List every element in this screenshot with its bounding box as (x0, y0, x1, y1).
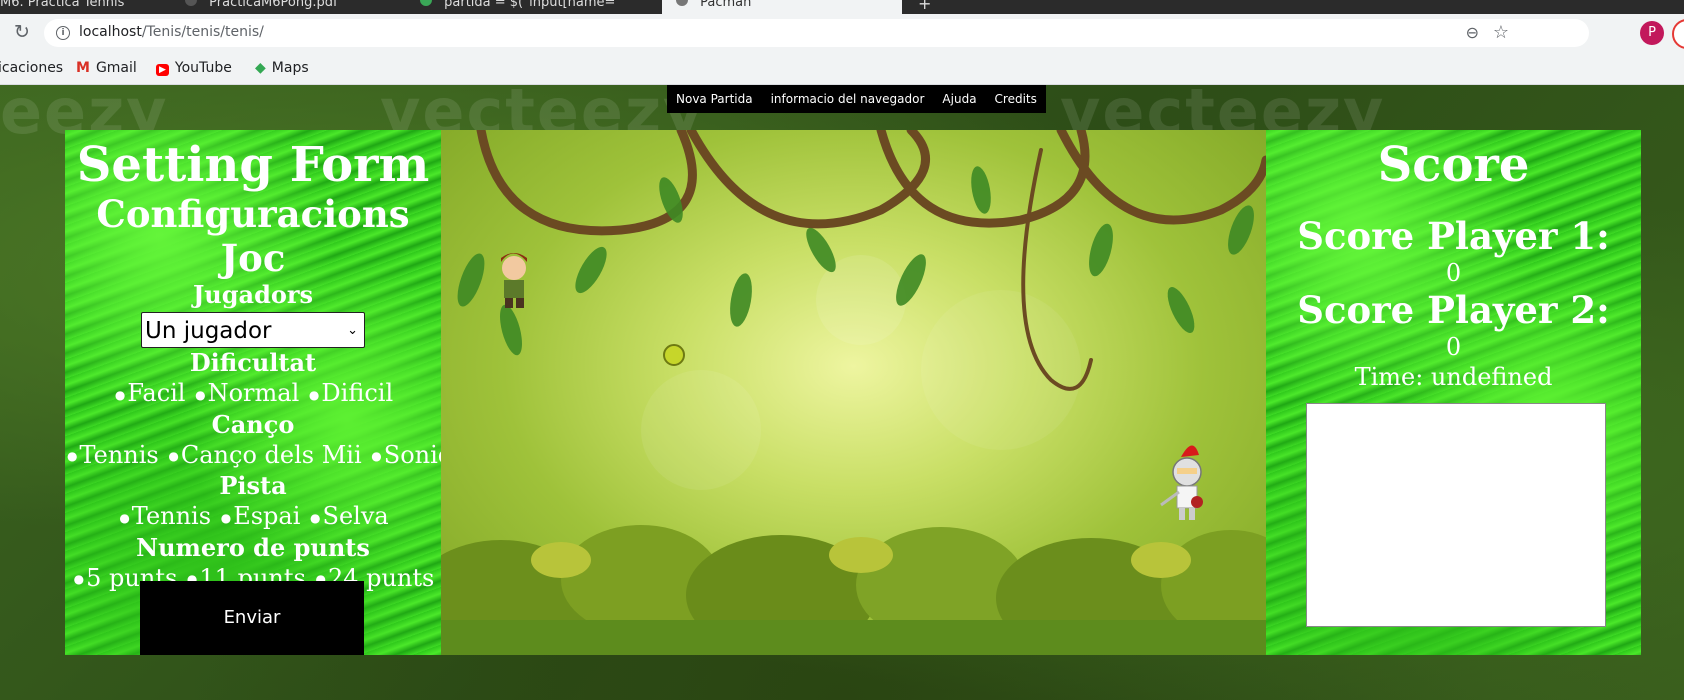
url-text[interactable]: localhost/Tenis/tenis/tenis/ (79, 24, 264, 40)
submit-button[interactable]: Enviar (140, 581, 364, 655)
menu-nova-partida[interactable]: Nova Partida (667, 85, 762, 113)
score-title: Score (1377, 137, 1530, 193)
song-options: ●Tennis ●Canço dels Mii ●Sonic (65, 440, 451, 472)
song-option[interactable]: Tennis (79, 441, 158, 469)
court-option[interactable]: Tennis (132, 502, 211, 530)
info-icon[interactable]: i (56, 26, 70, 40)
bokeh-light (921, 290, 1081, 450)
bookmark-label: icaciones (0, 60, 64, 76)
settings-subtitle: Configuracions Joc (96, 192, 410, 280)
bookmarks-bar: icaciones M Gmail ▶ YouTube ◆ Maps (0, 52, 1684, 85)
bookmark-item[interactable]: ◆ Maps (255, 60, 309, 76)
menu-informacio-navegador[interactable]: informacio del navegador (762, 85, 934, 113)
game-canvas[interactable] (441, 130, 1266, 655)
menu-credits[interactable]: Credits (986, 85, 1046, 113)
radio-icon[interactable]: ● (168, 449, 178, 463)
radio-icon[interactable]: ● (309, 388, 319, 402)
new-tab-icon[interactable]: + (918, 0, 931, 13)
radio-icon[interactable]: ● (371, 449, 381, 463)
reload-icon[interactable]: ↻ (14, 22, 34, 42)
bokeh-light (641, 370, 761, 490)
tab-title: PracticaM6Pong.pdf (209, 0, 338, 10)
settings-title: Setting Form (76, 137, 430, 193)
court-option[interactable]: Espai (233, 502, 300, 530)
song-option[interactable]: Canço dels Mii (181, 441, 362, 469)
difficulty-label: Dificultat (189, 348, 317, 377)
tab-title: M6. Pràctica Tennis (0, 0, 125, 10)
difficulty-options: ●Facil ●Normal ●Dificil (65, 378, 441, 410)
tennis-ball (663, 344, 685, 366)
radio-icon[interactable]: ● (74, 572, 84, 586)
points-label: Numero de punts (136, 532, 370, 562)
menu-ajuda[interactable]: Ajuda (933, 85, 985, 113)
court-options: ●Tennis ●Espai ●Selva (65, 501, 441, 533)
player1-score-value: 0 (1445, 259, 1462, 287)
players-label: Jugadors (192, 280, 314, 309)
bookmark-item[interactable]: M Gmail (76, 60, 137, 76)
browser-tab[interactable]: partida = $("input[name= ✕ (420, 0, 660, 14)
time-text: Time: undefined (1354, 363, 1553, 391)
maps-icon: ◆ (255, 60, 266, 76)
browser-tab[interactable]: PracticaM6Pong.pdf ✕ (185, 0, 400, 14)
page-background: eezy vecteezy vecteezy Nova Partida info… (0, 75, 1684, 700)
grass (441, 620, 1266, 655)
globe-icon (676, 0, 688, 6)
song-label: Canço (211, 409, 295, 439)
zoom-icon[interactable]: ⊖ (1466, 23, 1479, 42)
bookmark-star-icon[interactable]: ☆ (1493, 22, 1509, 43)
bookmark-label: Maps (271, 60, 309, 76)
score-panel: Score Score Player 1: 0 Score Player 2: … (1266, 130, 1641, 655)
players-selected-value: Un jugador (145, 318, 272, 344)
player1-sprite (501, 253, 527, 308)
url-path: /Tenis/tenis/tenis/ (141, 24, 264, 40)
difficulty-option[interactable]: Normal (208, 379, 300, 407)
profile-avatar[interactable]: P (1640, 21, 1664, 45)
difficulty-option[interactable]: Facil (127, 379, 185, 407)
address-bar[interactable]: i localhost/Tenis/tenis/tenis/ ⊖ ☆ (44, 19, 1589, 47)
difficulty-option[interactable]: Dificil (321, 379, 393, 407)
chevron-down-icon: ⌄ (347, 323, 358, 338)
radio-icon[interactable]: ● (310, 511, 320, 525)
radio-icon[interactable]: ● (119, 511, 129, 525)
radio-icon[interactable]: ● (195, 388, 205, 402)
court-option[interactable]: Selva (323, 502, 389, 530)
radio-icon[interactable]: ● (67, 449, 77, 463)
extension-icon[interactable] (1672, 19, 1684, 49)
score-log-box (1306, 403, 1606, 627)
radio-icon[interactable]: ● (115, 388, 125, 402)
player1-score-label: Score Player 1: (1297, 214, 1610, 258)
bookmark-item[interactable]: icaciones (0, 60, 63, 76)
settings-panel: Setting Form Configuracions Joc Jugadors… (65, 130, 451, 655)
browser-tab[interactable]: M6. Pràctica Tennis ✕ (0, 0, 170, 14)
chrome-icon (420, 0, 432, 6)
top-menu: Nova Partida informacio del navegador Aj… (667, 85, 1046, 113)
jungle-background (441, 130, 1266, 655)
players-select[interactable]: Un jugador ⌄ (141, 312, 365, 348)
browser-toolbar: ↻ i localhost/Tenis/tenis/tenis/ ⊖ ☆ P (0, 14, 1684, 52)
tab-title: partida = $("input[name= (444, 0, 616, 10)
court-label: Pista (219, 471, 287, 500)
pdf-icon (185, 0, 197, 6)
bookmark-item[interactable]: ▶ YouTube (156, 60, 232, 76)
bookmark-label: Gmail (95, 60, 137, 76)
player2-score-value: 0 (1445, 333, 1462, 361)
radio-icon[interactable]: ● (221, 511, 231, 525)
tab-title: Pacman (700, 0, 752, 10)
browser-tab-active[interactable]: Pacman ✕ (662, 0, 902, 14)
gmail-icon: M (76, 60, 90, 76)
player2-sprite (1160, 445, 1203, 520)
browser-tab-strip: M6. Pràctica Tennis ✕ PracticaM6Pong.pdf… (0, 0, 1684, 14)
url-host: localhost (79, 24, 142, 40)
player2-score-label: Score Player 2: (1297, 288, 1610, 332)
bookmark-label: YouTube (174, 60, 232, 76)
